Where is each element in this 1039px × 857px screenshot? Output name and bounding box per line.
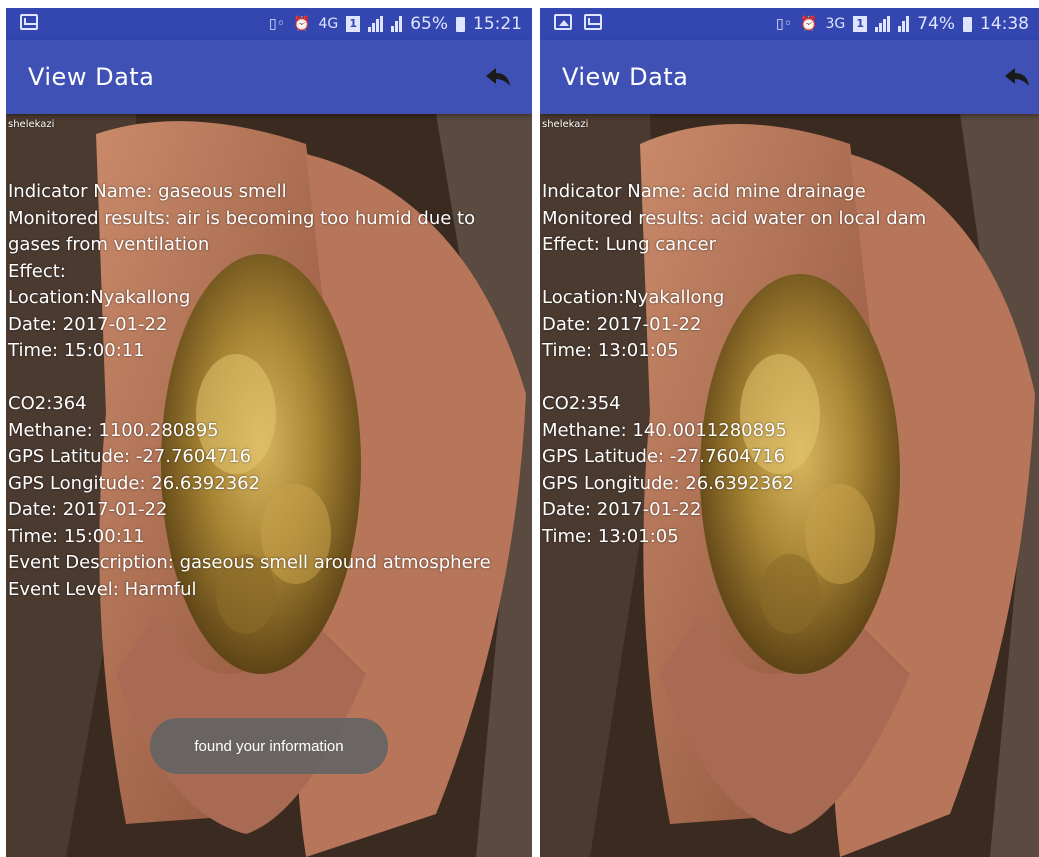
- clock: 15:21: [473, 14, 522, 34]
- network-type: 3G: [825, 16, 846, 32]
- methane-value: Methane: 140.0011280895: [542, 419, 787, 441]
- location: Location:Nyakallong: [542, 287, 725, 308]
- status-bar: ▯◦ ⏰ 4G 1 65% 15:21: [6, 8, 532, 40]
- sensor-time: Time: 13:01:05: [542, 525, 679, 547]
- signal-icon: [368, 16, 384, 32]
- gps-longitude: GPS Longitude: 26.6392362: [542, 472, 795, 494]
- data-text: shelekazi Indicator Name: acid mine drai…: [542, 118, 1035, 550]
- toast-message: found your information: [150, 718, 388, 774]
- battery-icon: [963, 16, 972, 32]
- sim-indicator: 1: [346, 16, 361, 32]
- signal-icon-2: [898, 16, 910, 32]
- status-bar: ▯◦ ⏰ 3G 1 74% 14:38: [540, 8, 1039, 40]
- signal-icon: [875, 16, 891, 32]
- message-icon: [584, 14, 602, 30]
- sensor-time: Time: 15:00:11: [8, 525, 145, 547]
- alarm-icon: ⏰: [800, 16, 818, 32]
- alarm-icon: ⏰: [293, 16, 311, 32]
- battery-percent: 74%: [917, 14, 955, 34]
- time: Time: 13:01:05: [542, 340, 679, 361]
- event-level: Event Level: Harmful: [8, 578, 197, 600]
- date: Date: 2017-01-22: [542, 313, 702, 335]
- phone-screen-right: ▯◦ ⏰ 3G 1 74% 14:38 View Data shelekazi …: [540, 8, 1039, 857]
- time: Time: 15:00:11: [8, 340, 145, 361]
- battery-percent: 65%: [410, 14, 448, 34]
- gps-longitude: GPS Longitude: 26.6392362: [8, 472, 261, 494]
- gps-latitude: GPS Latitude: -27.7604716: [8, 446, 252, 467]
- back-arrow-icon: [1005, 68, 1029, 86]
- app-title: View Data: [28, 63, 155, 91]
- signal-icon-2: [391, 16, 403, 32]
- battery-icon: [456, 16, 465, 32]
- message-icon: [20, 14, 38, 30]
- indicator-name: Indicator Name: acid mine drainage: [542, 181, 866, 202]
- event-description: Event Description: gaseous smell around …: [8, 552, 491, 573]
- effect: Effect: Lung cancer: [542, 234, 716, 255]
- vibrate-icon: ▯◦: [776, 16, 792, 32]
- username-label: shelekazi: [542, 119, 589, 130]
- network-type: 4G: [318, 16, 339, 32]
- co2-value: CO2:354: [542, 393, 621, 414]
- app-bar: View Data: [6, 40, 532, 114]
- sim-indicator: 1: [853, 16, 868, 32]
- location: Location:Nyakallong: [8, 287, 191, 308]
- app-bar: View Data: [540, 40, 1039, 114]
- gallery-icon: [554, 14, 572, 30]
- clock: 14:38: [980, 14, 1029, 34]
- methane-value: Methane: 1100.280895: [8, 419, 219, 441]
- date: Date: 2017-01-22: [8, 313, 168, 335]
- vibrate-icon: ▯◦: [269, 16, 285, 32]
- app-title: View Data: [562, 63, 689, 91]
- monitored-results: Monitored results: air is becoming too h…: [8, 207, 476, 256]
- data-text: shelekazi Indicator Name: gaseous smell …: [8, 118, 528, 603]
- gps-latitude: GPS Latitude: -27.7604716: [542, 446, 786, 467]
- sensor-date: Date: 2017-01-22: [8, 499, 168, 520]
- indicator-name: Indicator Name: gaseous smell: [8, 181, 287, 202]
- monitored-results: Monitored results: acid water on local d…: [542, 207, 927, 229]
- username-label: shelekazi: [8, 119, 55, 130]
- effect: Effect:: [8, 260, 66, 282]
- co2-value: CO2:364: [8, 393, 87, 414]
- back-button[interactable]: [482, 64, 514, 92]
- back-button[interactable]: [1001, 64, 1033, 92]
- back-arrow-icon: [486, 68, 510, 86]
- sensor-date: Date: 2017-01-22: [542, 499, 702, 520]
- phone-screen-left: ▯◦ ⏰ 4G 1 65% 15:21 View Data shelekazi …: [6, 8, 532, 857]
